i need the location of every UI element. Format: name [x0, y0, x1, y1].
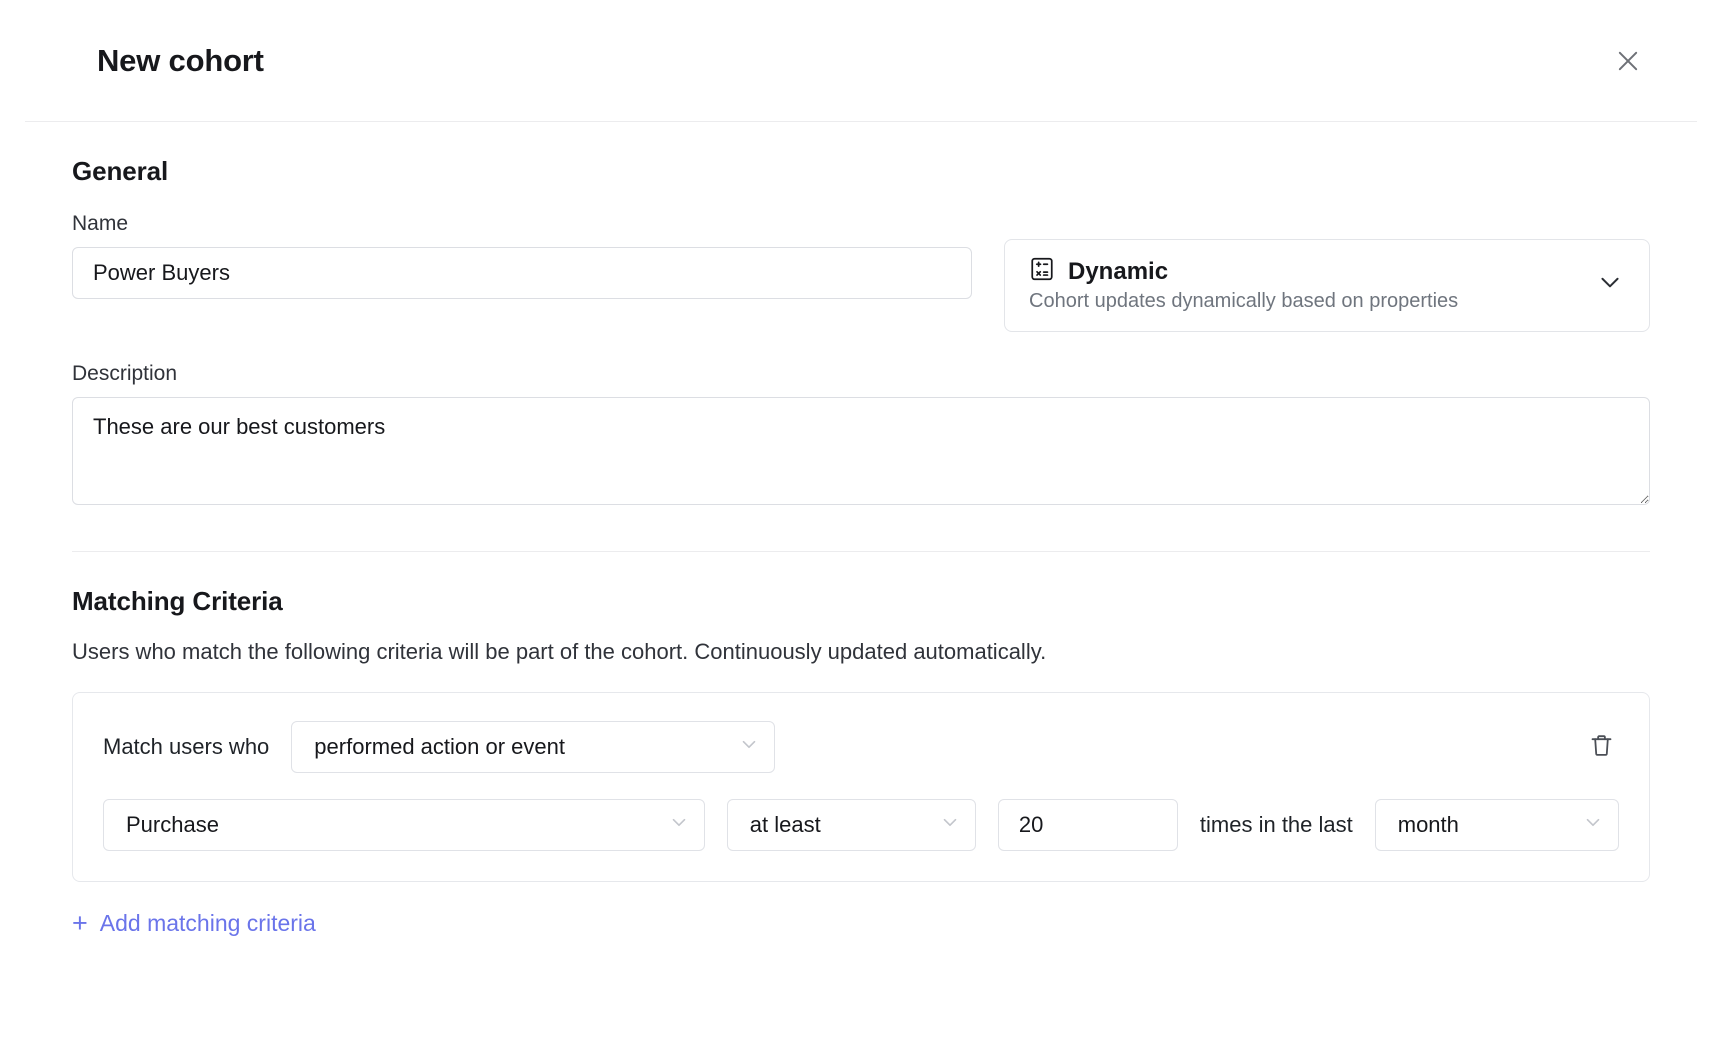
- period-value: month: [1398, 812, 1459, 838]
- match-users-label: Match users who: [103, 734, 269, 760]
- description-textarea[interactable]: [72, 397, 1650, 505]
- add-matching-criteria-button[interactable]: + Add matching criteria: [72, 910, 316, 937]
- period-select[interactable]: month: [1375, 799, 1619, 851]
- chevron-down-icon: [1582, 811, 1604, 839]
- general-section-title: General: [72, 156, 1650, 187]
- times-in-last-label: times in the last: [1200, 812, 1353, 838]
- page-title: New cohort: [97, 43, 264, 79]
- plus-icon: +: [72, 910, 88, 937]
- modal-body: General Name: [0, 156, 1722, 937]
- count-input[interactable]: [998, 799, 1178, 851]
- calculator-icon: [1029, 256, 1055, 287]
- criteria-row-top: Match users who performed action or even…: [103, 721, 1619, 773]
- name-label: Name: [72, 212, 972, 236]
- criteria-row-detail: Purchase at least: [103, 799, 1619, 851]
- chevron-down-icon: [738, 733, 760, 761]
- close-button[interactable]: [1605, 38, 1651, 84]
- name-input[interactable]: [72, 247, 972, 299]
- new-cohort-modal: New cohort General Name: [0, 0, 1722, 1052]
- match-type-value: performed action or event: [314, 734, 565, 760]
- general-fields: Name: [72, 212, 1650, 332]
- cohort-type-title: Dynamic: [1068, 258, 1168, 286]
- event-value: Purchase: [126, 812, 219, 838]
- operator-select[interactable]: at least: [727, 799, 976, 851]
- chevron-down-icon: [939, 811, 961, 839]
- description-label: Description: [72, 362, 1650, 386]
- cohort-type-subtitle: Cohort updates dynamically based on prop…: [1029, 290, 1458, 313]
- cohort-type-heading: Dynamic: [1029, 256, 1458, 287]
- delete-criteria-button[interactable]: [1584, 728, 1619, 766]
- match-type-select[interactable]: performed action or event: [291, 721, 775, 773]
- chevron-down-icon: [668, 811, 690, 839]
- add-matching-criteria-label: Add matching criteria: [100, 910, 316, 937]
- matching-section-title: Matching Criteria: [72, 586, 1650, 617]
- section-divider: [72, 551, 1650, 552]
- event-select[interactable]: Purchase: [103, 799, 705, 851]
- chevron-down-icon: [1597, 269, 1623, 300]
- name-field-group: Name: [72, 212, 972, 299]
- cohort-type-selector[interactable]: Dynamic Cohort updates dynamically based…: [1004, 239, 1650, 332]
- trash-icon: [1588, 732, 1615, 762]
- operator-value: at least: [750, 812, 821, 838]
- modal-header: New cohort: [25, 0, 1697, 122]
- description-field-group: Description: [72, 362, 1650, 505]
- close-icon: [1614, 47, 1642, 75]
- matching-description: Users who match the following criteria w…: [72, 639, 1650, 665]
- criteria-card: Match users who performed action or even…: [72, 692, 1650, 882]
- cohort-type-content: Dynamic Cohort updates dynamically based…: [1029, 256, 1458, 313]
